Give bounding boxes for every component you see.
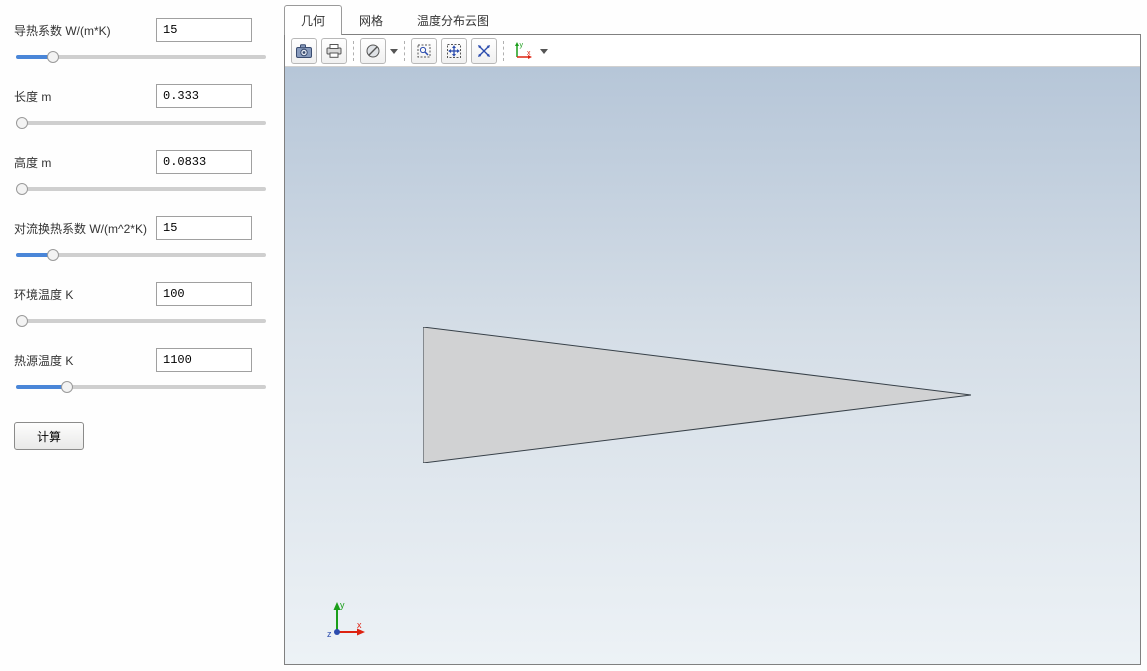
convective-coeff-slider[interactable] — [16, 253, 266, 257]
rotate-cross-icon — [476, 43, 492, 59]
length-slider[interactable] — [16, 121, 266, 125]
source-temp-slider[interactable] — [16, 385, 266, 389]
source-temp-input[interactable] — [156, 348, 252, 372]
param-label: 热源温度 K — [14, 352, 156, 369]
rotate-view-button[interactable] — [471, 38, 497, 64]
parameter-panel: 导热系数 W/(m*K) 长度 m 高度 m 对流换热系数 W/(m^2*K) — [0, 0, 278, 671]
geometry-triangle — [423, 327, 971, 463]
printer-icon — [326, 44, 342, 58]
no-entry-icon — [365, 43, 381, 59]
thermal-conductivity-input[interactable] — [156, 18, 252, 42]
snapshot-button[interactable] — [291, 38, 317, 64]
param-group-thermal-conductivity: 导热系数 W/(m*K) — [14, 18, 264, 62]
height-slider[interactable] — [16, 187, 266, 191]
param-label: 环境温度 K — [14, 286, 156, 303]
svg-text:x: x — [357, 620, 362, 630]
height-input[interactable] — [156, 150, 252, 174]
dropdown-caret-icon[interactable] — [540, 47, 548, 55]
zoom-box-button[interactable] — [411, 38, 437, 64]
param-label: 长度 m — [14, 88, 156, 105]
param-group-convective-coeff: 对流换热系数 W/(m^2*K) — [14, 216, 264, 260]
thermal-conductivity-slider[interactable] — [16, 55, 266, 59]
viewer-toolbar: y x — [285, 35, 1140, 67]
param-group-source-temp: 热源温度 K — [14, 348, 264, 392]
param-group-length: 长度 m — [14, 84, 264, 128]
tab-bar: 几何 网格 温度分布云图 — [284, 0, 1141, 34]
toolbar-separator — [404, 41, 405, 61]
main-area: 几何 网格 温度分布云图 — [278, 0, 1147, 671]
tab-temperature-contour[interactable]: 温度分布云图 — [400, 5, 506, 35]
toolbar-separator — [503, 41, 504, 61]
toolbar-axis-indicator[interactable]: y x — [510, 38, 536, 64]
zoom-extents-icon — [446, 43, 462, 59]
zoom-extents-button[interactable] — [441, 38, 467, 64]
reset-view-button[interactable] — [360, 38, 386, 64]
length-input[interactable] — [156, 84, 252, 108]
dropdown-caret-icon[interactable] — [390, 47, 398, 55]
svg-text:x: x — [527, 50, 531, 57]
param-label: 对流换热系数 W/(m^2*K) — [14, 220, 156, 237]
zoom-box-icon — [416, 43, 432, 59]
param-label: 高度 m — [14, 154, 156, 171]
param-group-height: 高度 m — [14, 150, 264, 194]
tab-mesh[interactable]: 网格 — [342, 5, 400, 35]
axis-triad: y x z — [321, 596, 367, 642]
svg-text:z: z — [327, 629, 332, 639]
ambient-temp-input[interactable] — [156, 282, 252, 306]
camera-icon — [296, 44, 312, 58]
ambient-temp-slider[interactable] — [16, 319, 266, 323]
convective-coeff-input[interactable] — [156, 216, 252, 240]
viewer-frame: y x y x z — [284, 34, 1141, 665]
viewport-canvas[interactable]: y x z — [285, 67, 1140, 664]
toolbar-separator — [353, 41, 354, 61]
param-label: 导热系数 W/(m*K) — [14, 22, 156, 39]
svg-text:y: y — [340, 600, 345, 610]
svg-text:y: y — [520, 42, 524, 49]
compute-button[interactable]: 计算 — [14, 422, 84, 450]
param-group-ambient-temp: 环境温度 K — [14, 282, 264, 326]
print-button[interactable] — [321, 38, 347, 64]
tab-geometry[interactable]: 几何 — [284, 5, 342, 35]
